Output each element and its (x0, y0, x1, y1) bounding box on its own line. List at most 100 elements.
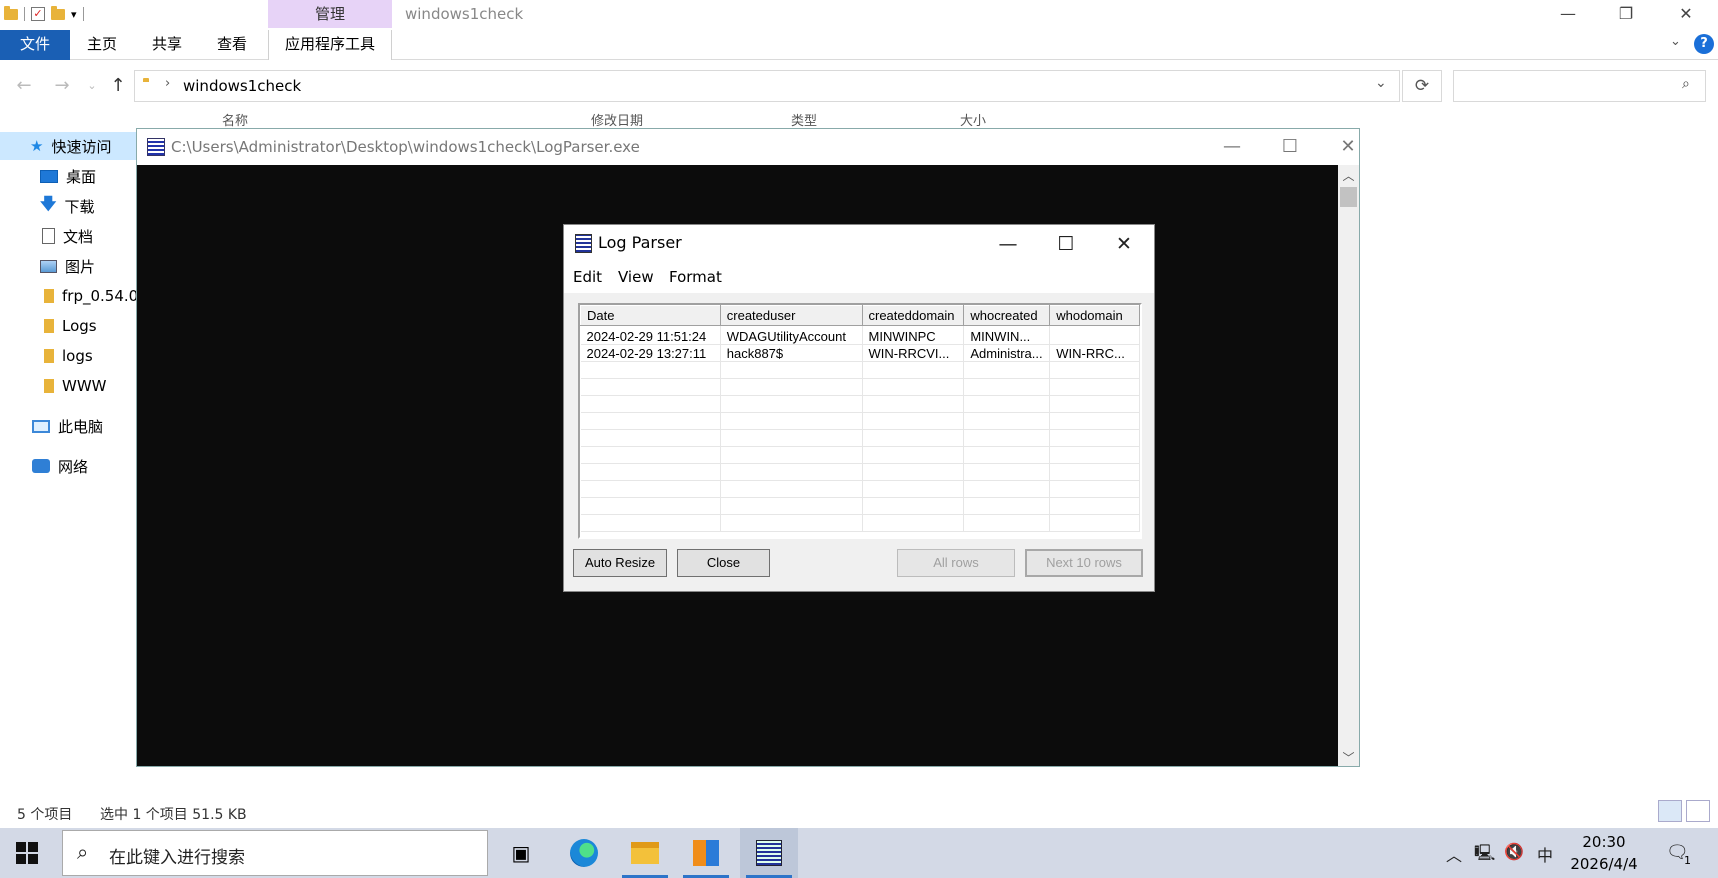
notification-count: 1 (1684, 854, 1691, 867)
tab-view[interactable]: 查看 (205, 30, 259, 60)
column-header-name[interactable]: 名称 (222, 110, 248, 128)
large-icons-view-icon[interactable] (1686, 800, 1710, 822)
pictures-icon (40, 259, 57, 273)
toolbar-separator (24, 7, 25, 21)
chevron-right-icon[interactable]: › (165, 76, 170, 91)
network-status-icon[interactable]: 🖳 (1474, 842, 1495, 869)
task-view-icon[interactable]: ▣ (492, 828, 550, 878)
menu-edit[interactable]: Edit (573, 268, 602, 286)
all-rows-button[interactable]: All rows (897, 549, 1015, 577)
logparser-app-icon (147, 138, 165, 156)
console-scrollbar[interactable]: ︿ ﹀ (1338, 165, 1359, 766)
column-header-modified[interactable]: 修改日期 (591, 110, 643, 128)
windows-start-icon[interactable] (16, 842, 38, 864)
close-button[interactable]: Close (677, 549, 770, 577)
scrollbar-thumb[interactable] (1340, 187, 1357, 207)
minimize-icon[interactable]: — (1545, 0, 1591, 30)
help-icon[interactable]: ? (1694, 34, 1714, 54)
nav-item-logs-upper[interactable]: Logs (44, 312, 97, 340)
close-icon[interactable]: ✕ (1326, 133, 1370, 161)
server-manager-icon[interactable] (677, 828, 735, 878)
scroll-down-icon[interactable]: ﹀ (1338, 749, 1359, 766)
nav-item-frp[interactable]: frp_0.54.0 (44, 282, 138, 310)
taskbar-search-box[interactable]: ⌕ 在此键入进行搜索 (62, 830, 488, 876)
nav-item-www[interactable]: WWW (44, 372, 107, 400)
refresh-button[interactable]: ⟳ (1402, 70, 1442, 102)
nav-item-pictures[interactable]: 图片 (40, 252, 95, 280)
minimize-icon[interactable]: — (1210, 133, 1254, 161)
restore-icon[interactable]: ❐ (1603, 0, 1649, 30)
tab-share[interactable]: 共享 (140, 30, 194, 60)
nav-item-documents[interactable]: 文档 (42, 222, 93, 250)
cell-createduser: WDAGUtilityAccount (720, 325, 863, 345)
column-header-size[interactable]: 大小 (960, 110, 986, 128)
show-hidden-icons-icon[interactable]: ︿ (1446, 842, 1462, 866)
search-input[interactable]: ⌕ (1453, 70, 1706, 102)
auto-resize-button[interactable]: Auto Resize (573, 549, 667, 577)
nav-item-logs-lower[interactable]: logs (44, 342, 93, 370)
minimize-icon[interactable]: — (980, 229, 1036, 259)
tab-manage[interactable]: 管理 (268, 0, 392, 28)
menu-format[interactable]: Format (669, 268, 722, 286)
up-icon[interactable]: ↑ (104, 66, 132, 106)
folder-icon (44, 349, 54, 363)
close-icon[interactable]: ✕ (1663, 0, 1709, 30)
recent-locations-icon[interactable]: ⌄ (78, 66, 106, 106)
volume-muted-icon[interactable]: 🔇 (1504, 842, 1524, 861)
table-row[interactable]: 2024-02-29 13:27:11 hack887$ WIN-RRCVI..… (580, 344, 1140, 362)
nav-item-network[interactable]: 网络 (32, 452, 88, 480)
input-method-indicator[interactable]: 中 (1537, 842, 1553, 866)
scroll-up-icon[interactable]: ︿ (1338, 167, 1359, 184)
tab-home[interactable]: 主页 (75, 30, 129, 60)
close-icon[interactable]: ✕ (1096, 229, 1152, 259)
empty-row (580, 361, 1140, 379)
expand-ribbon-icon[interactable]: ⌄ (1670, 34, 1681, 49)
file-explorer-icon[interactable] (616, 828, 674, 878)
new-folder-icon[interactable] (51, 5, 65, 20)
nav-item-desktop[interactable]: 桌面 (40, 162, 96, 190)
table-row[interactable]: 2024-02-29 11:51:24 WDAGUtilityAccount M… (580, 325, 1140, 345)
console-titlebar: C:\Users\Administrator\Desktop\windows1c… (137, 129, 1359, 165)
properties-icon[interactable]: ✓ (31, 7, 45, 21)
results-grid[interactable]: Date createduser createddomain whocreate… (578, 303, 1142, 539)
edge-browser-icon[interactable] (555, 828, 613, 878)
customize-toolbar-icon[interactable]: ▾ (71, 8, 77, 21)
nav-label: 快速访问 (51, 137, 112, 156)
menu-bar: Edit View Format (564, 263, 1154, 293)
nav-label: logs (62, 347, 93, 365)
menu-view[interactable]: View (618, 268, 654, 286)
nav-item-downloads[interactable]: 🡇 下载 (40, 192, 94, 220)
column-header-date[interactable]: Date (580, 305, 721, 326)
maximize-icon[interactable]: ☐ (1038, 229, 1094, 259)
column-headers: 名称 ^ 修改日期 类型 大小 (198, 110, 1068, 128)
back-icon[interactable]: ← (10, 66, 38, 106)
search-placeholder: 在此键入进行搜索 (109, 848, 245, 868)
logparser-taskbar-icon[interactable] (740, 828, 798, 878)
maximize-icon[interactable]: ☐ (1268, 133, 1312, 161)
system-clock[interactable]: 20:30 2026/4/4 (1568, 831, 1640, 875)
nav-label: frp_0.54.0 (62, 287, 139, 305)
next-10-rows-button[interactable]: Next 10 rows (1025, 549, 1143, 577)
column-header-createduser[interactable]: createduser (719, 305, 863, 326)
nav-item-this-pc[interactable]: 此电脑 (32, 412, 103, 440)
cell-createddomain: MINWINPC (862, 325, 965, 345)
column-header-whodomain[interactable]: whodomain (1049, 305, 1140, 326)
details-view-icon[interactable] (1658, 800, 1682, 822)
tab-app-tools[interactable]: 应用程序工具 (268, 30, 392, 60)
document-icon (42, 228, 55, 244)
tab-file[interactable]: 文件 (0, 30, 70, 60)
chevron-down-icon[interactable]: ⌄ (1375, 75, 1387, 91)
console-title: C:\Users\Administrator\Desktop\windows1c… (171, 138, 640, 156)
column-header-type[interactable]: 类型 (791, 110, 817, 128)
column-header-createddomain[interactable]: createddomain (861, 305, 965, 326)
cell-whocreated: Administra... (963, 344, 1051, 362)
column-header-whocreated[interactable]: whocreated (963, 305, 1051, 326)
forward-icon[interactable]: → (48, 66, 76, 106)
nav-label: 网络 (58, 457, 89, 476)
address-bar[interactable]: › windows1check ⌄ (134, 70, 1400, 102)
cell-createddomain: WIN-RRCVI... (862, 344, 965, 362)
empty-row (580, 378, 1140, 396)
nav-label: WWW (62, 377, 107, 395)
nav-item-quick-access[interactable]: ★ 快速访问 (0, 132, 136, 160)
folder-icon[interactable] (4, 5, 18, 20)
